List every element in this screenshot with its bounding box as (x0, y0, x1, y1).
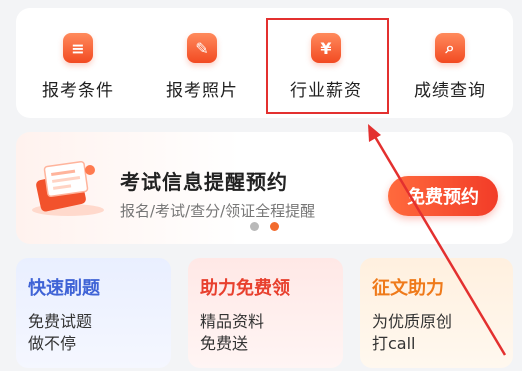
exam-reminder-banner[interactable]: 考试信息提醒预约 报名/考试/查分/领证全程提醒 免费预约 (16, 132, 513, 244)
feature-subtitle: 打call (372, 334, 416, 353)
photo-icon: ✎ (181, 31, 217, 63)
feature-card-free-materials[interactable]: 助力免费领 精品资料 免费送 (188, 258, 343, 368)
feature-subtitle: 精品资料 (200, 312, 265, 331)
feature-title: 助力免费领 (200, 278, 290, 299)
list-document-icon: ≡ (57, 31, 93, 63)
feature-title: 征文助力 (372, 278, 444, 299)
feature-card-quick-practice[interactable]: 快速刷题 免费试题 做不停 (16, 258, 171, 368)
quick-action-label: 报考照片 (166, 81, 238, 101)
quick-action-score-query[interactable]: ⌕ 成绩查询 (388, 8, 512, 118)
quick-action-exam-photo[interactable]: ✎ 报考照片 (140, 8, 264, 118)
quick-action-label: 报考条件 (42, 81, 114, 101)
feature-card-essay-support[interactable]: 征文助力 为优质原创 打call (360, 258, 513, 368)
carousel-dot[interactable] (250, 222, 259, 231)
free-reserve-button[interactable]: 免费预约 (388, 176, 498, 216)
quick-action-exam-conditions[interactable]: ≡ 报考条件 (16, 8, 140, 118)
search-icon: ⌕ (429, 31, 465, 63)
feature-subtitle: 为优质原创 (372, 312, 453, 331)
feature-subtitle: 免费送 (200, 334, 249, 353)
banner-subtitle: 报名/考试/查分/领证全程提醒 (120, 202, 316, 220)
feature-subtitle: 免费试题 (28, 312, 93, 331)
carousel-dot-active[interactable] (270, 222, 279, 231)
quick-actions-card: ≡ 报考条件 ✎ 报考照片 ¥ 行业薪资 ⌕ 成绩查询 (16, 8, 513, 118)
banner-title: 考试信息提醒预约 (120, 170, 288, 194)
phone-reminder-icon (32, 161, 104, 216)
feature-title: 快速刷题 (28, 278, 100, 299)
quick-action-label: 成绩查询 (414, 81, 486, 101)
feature-subtitle: 做不停 (28, 334, 77, 353)
highlight-box (266, 18, 389, 114)
